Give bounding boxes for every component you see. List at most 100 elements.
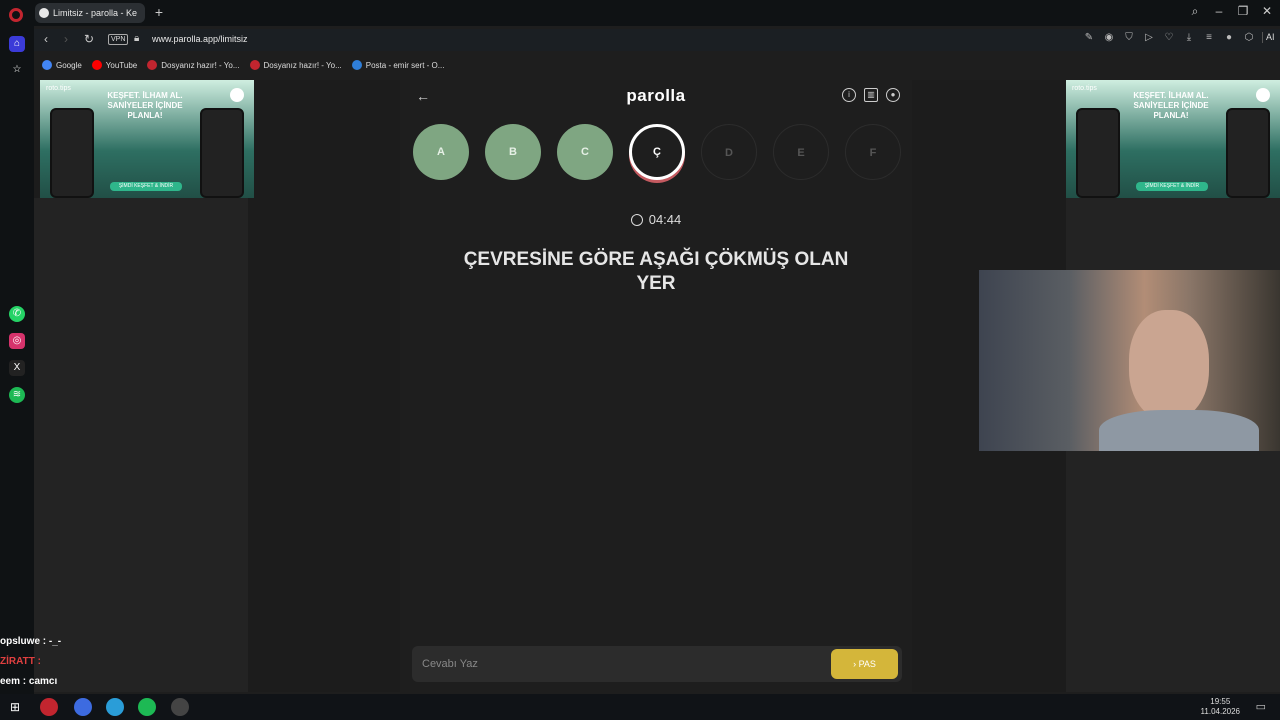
home-icon[interactable]: ⌂: [9, 36, 25, 52]
new-tab-button[interactable]: +: [152, 4, 166, 20]
app-logo: parolla: [626, 86, 686, 105]
x-icon[interactable]: X: [9, 360, 25, 376]
heart-icon[interactable]: ♡: [1162, 32, 1176, 43]
google-icon: [42, 60, 52, 70]
windows-start-icon[interactable]: ⊞: [10, 700, 20, 714]
maximize-button[interactable]: ❐: [1233, 4, 1253, 18]
spotify-icon[interactable]: ≋: [9, 387, 25, 403]
browser-tabbar: Limitsiz - parolla - Ke + ⌕ – ❐ ✕: [0, 0, 1280, 26]
bookmark-label: YouTube: [105, 60, 138, 70]
taskbar: ⊞ 19:55 11.04.2026 ▭: [0, 694, 1280, 720]
shield-icon[interactable]: ⛉: [1122, 32, 1136, 43]
tab-title: Limitsiz - parolla - Ke: [53, 8, 138, 18]
back-button[interactable]: ‹: [38, 32, 54, 46]
url-field[interactable]: www.parolla.app/limitsiz: [152, 34, 248, 44]
toolbar-icons: ✎ ◉ ⛉ ▷ ♡ ⤓ ≡ ● ⬡ AI: [1082, 32, 1276, 43]
edit-icon[interactable]: ✎: [1082, 32, 1096, 43]
download-icon[interactable]: ⤓: [1182, 32, 1196, 43]
opera-taskbar-icon[interactable]: [40, 698, 58, 716]
letter-circle: B: [485, 124, 541, 180]
bookmark-google[interactable]: Google: [42, 60, 82, 70]
left-panel: [34, 198, 248, 692]
outlook-icon: [351, 60, 362, 70]
webcam-overlay: [979, 270, 1280, 451]
chrome-taskbar-icon[interactable]: [74, 698, 92, 716]
bookmark-label: Dosyanız hazır! - Yo...: [161, 60, 240, 70]
bookmark-dosyaniz-1[interactable]: Dosyanız hazır! - Yo...: [147, 60, 240, 70]
answer-input[interactable]: [422, 655, 802, 673]
spotify-taskbar-icon[interactable]: [138, 698, 156, 716]
extensions-icon[interactable]: ⬡: [1242, 32, 1256, 43]
stats-icon[interactable]: ▥: [864, 88, 878, 102]
play-icon[interactable]: ▷: [1142, 32, 1156, 43]
streamer-face: [1129, 310, 1209, 420]
close-window-button[interactable]: ✕: [1257, 4, 1277, 18]
streamer-shirt: [1099, 410, 1259, 451]
parolla-game: ← parolla i ▥ ● A B C Ç D E F 04:44 ÇEVR…: [400, 80, 912, 692]
ad-brand: roto.tips: [46, 85, 71, 92]
minimize-button[interactable]: –: [1209, 4, 1229, 18]
timer: 04:44: [400, 212, 912, 227]
bookmark-icon: [249, 60, 260, 70]
lock-icon[interactable]: 🔒︎: [134, 33, 139, 44]
menu-icon[interactable]: ≡: [1202, 32, 1216, 43]
pass-button[interactable]: › PAS: [831, 649, 898, 679]
question-text: ÇEVRESİNE GÖRE AŞAĞI ÇÖKMÜŞ OLAN YER: [463, 249, 849, 294]
bookmark-label: Dosyanız hazır! - Yo...: [263, 60, 342, 70]
ad-cta-button[interactable]: ŞİMDİ KEŞFET & İNDİR: [110, 182, 182, 191]
star-icon[interactable]: ☆: [9, 62, 25, 78]
profile-icon[interactable]: ●: [886, 88, 900, 102]
ad-banner-right[interactable]: roto.tips KEŞFET. İLHAM AL. SANİYELER İÇ…: [1066, 80, 1280, 198]
clock-icon: [630, 214, 643, 226]
clock-time: 19:55: [1210, 697, 1231, 706]
chat-overlay: opsluwe : -_- ZİRATT : eem : camcı: [0, 632, 120, 692]
camera-icon[interactable]: ◉: [1102, 32, 1116, 43]
ad-dot: [230, 88, 244, 102]
ad-slogan: KEŞFET. İLHAM AL. SANİYELER İÇİNDE PLANL…: [1133, 91, 1209, 120]
ai-button[interactable]: AI: [1262, 32, 1276, 43]
timer-value: 04:44: [648, 212, 682, 227]
letter-circle: A: [413, 124, 469, 180]
bookmark-posta[interactable]: Posta - emir sert - O...: [351, 60, 445, 70]
ad-banner-left[interactable]: roto.tips KEŞFET. İLHAM AL. SANİYELER İÇ…: [40, 80, 254, 198]
chat-message: eem : camcı: [0, 676, 58, 687]
address-bar: ‹ › ↻ VPN 🔒︎ www.parolla.app/limitsiz ✎ …: [34, 29, 1280, 51]
ad-slogan: KEŞFET. İLHAM AL. SANİYELER İÇİNDE PLANL…: [107, 91, 183, 120]
ad-phone-image: [1226, 108, 1270, 198]
bookmark-youtube[interactable]: YouTube: [91, 60, 138, 70]
browser-sidebar: ⌂ ☆ ✆ ◎ X ≋: [0, 26, 34, 694]
instagram-icon[interactable]: ◎: [9, 333, 25, 349]
forward-button[interactable]: ›: [58, 32, 74, 46]
chat-message: ZİRATT :: [0, 656, 41, 667]
profile-icon[interactable]: ●: [1222, 32, 1236, 43]
letter-circle: D: [701, 124, 757, 180]
notification-icon[interactable]: ▭: [1256, 700, 1266, 713]
search-tabs-icon[interactable]: ⌕: [1185, 4, 1205, 19]
letter-circle: F: [845, 124, 901, 180]
opera-logo-icon[interactable]: [9, 8, 23, 22]
bookmark-label: Google: [56, 60, 82, 70]
chat-message: opsluwe : -_-: [0, 636, 62, 647]
ad-phone-image: [200, 108, 244, 198]
bookmark-dosyaniz-2[interactable]: Dosyanız hazır! - Yo...: [249, 60, 342, 70]
ad-brand: roto.tips: [1072, 85, 1097, 92]
letter-circle-active: Ç: [629, 124, 685, 180]
edge-taskbar-icon[interactable]: [106, 698, 124, 716]
letter-wheel: A B C Ç D E F: [413, 124, 903, 182]
obs-taskbar-icon[interactable]: [171, 698, 189, 716]
ad-cta-button[interactable]: ŞİMDİ KEŞFET & İNDİR: [1136, 182, 1208, 191]
vpn-badge[interactable]: VPN: [108, 34, 129, 45]
ad-phone-image: [1076, 108, 1120, 198]
answer-box: › PAS: [412, 646, 902, 682]
whatsapp-icon[interactable]: ✆: [9, 306, 25, 322]
reload-button[interactable]: ↻: [81, 32, 97, 46]
system-clock[interactable]: 19:55 11.04.2026: [1201, 697, 1240, 717]
info-icon[interactable]: i: [842, 88, 856, 102]
letter-circle: E: [773, 124, 829, 180]
tab-limitsiz[interactable]: Limitsiz - parolla - Ke: [35, 3, 145, 23]
bookmark-label: Posta - emir sert - O...: [365, 60, 445, 70]
header-icons: i ▥ ●: [842, 88, 900, 102]
clock-date: 11.04.2026: [1200, 707, 1240, 716]
chevron-right-icon: ›: [853, 659, 857, 669]
tab-favicon-icon: [39, 8, 49, 18]
